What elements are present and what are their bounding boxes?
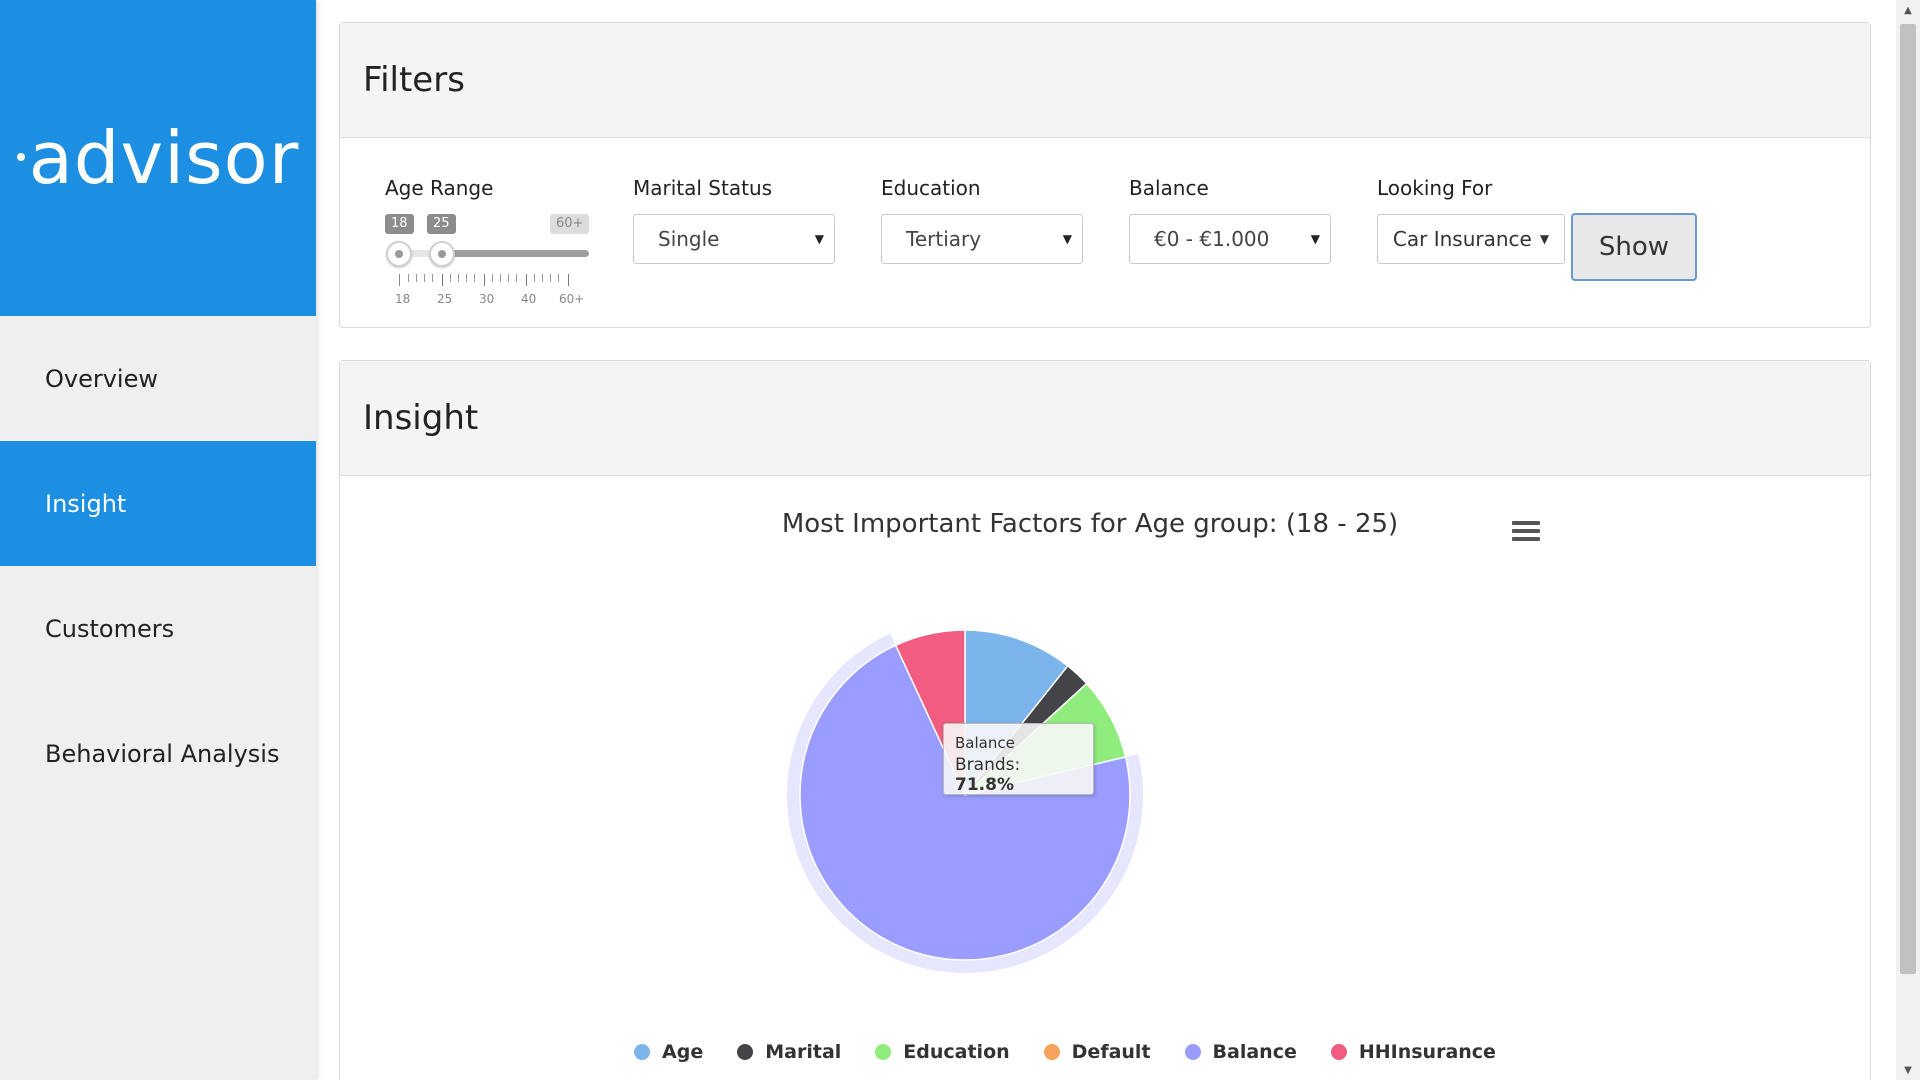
tick-label-25: 25 [437,292,453,306]
legend-item-balance[interactable]: Balance [1184,1041,1297,1063]
legend-dot-icon [1184,1044,1201,1060]
filters-body: Age Range 18 25 60+ 18 25 30 40 60+ Mari… [340,138,1870,328]
insight-panel: Insight Most Important Factors for Age g… [339,360,1871,1080]
legend-item-education[interactable]: Education [875,1041,1010,1063]
caret-down-icon: ▼ [1310,232,1320,246]
balance-select[interactable]: €0 - €1.000 ▼ [1129,214,1331,264]
tick-label-40: 40 [521,292,537,306]
slider-handle-max[interactable] [429,241,455,267]
caret-down-icon: ▼ [1539,232,1550,246]
looking-for-filter: Looking For Car Insurance ▼ [1377,176,1565,264]
sidebar-nav: Overview Insight Customers Behavioral An… [0,316,316,816]
legend-label: Balance [1212,1041,1297,1063]
legend-dot-icon [737,1044,754,1060]
sidebar-item-behavioral-analysis[interactable]: Behavioral Analysis [0,691,316,816]
scroll-down-icon[interactable]: ▼ [1896,1060,1920,1080]
education-select[interactable]: Tertiary ▼ [881,214,1083,264]
sidebar-item-customers[interactable]: Customers [0,566,316,691]
tooltip-value: 71.8% [955,775,1014,795]
balance-value: €0 - €1.000 [1154,227,1270,251]
chart-tooltip: Balance Brands: 71.8% [943,723,1094,795]
legend-item-marital[interactable]: Marital [737,1041,841,1063]
caret-down-icon: ▼ [1062,232,1072,246]
logo-dot-icon [16,153,25,162]
sidebar: advisor Overview Insight Customers Behav… [0,0,316,1080]
education-filter: Education Tertiary ▼ [881,176,1083,264]
scrollbar-thumb[interactable] [1900,24,1916,974]
slider-handle-min[interactable] [386,241,412,267]
pie-chart [787,629,1143,973]
age-range-label: Age Range [385,176,494,200]
legend-label: Marital [765,1041,842,1063]
balance-label: Balance [1129,176,1209,200]
tick-label-60plus: 60+ [559,292,585,306]
tick-label-18: 18 [395,292,411,306]
legend-item-default[interactable]: Default [1043,1041,1151,1063]
legend-dot-icon [875,1044,892,1060]
slider-ticks [399,274,579,286]
looking-for-value: Car Insurance [1392,227,1532,251]
legend-label: Age [662,1041,704,1063]
age-range-slider[interactable]: 18 25 60+ 18 25 30 40 60+ [385,214,595,314]
age-min-tag: 18 [385,214,414,234]
caret-down-icon: ▼ [814,232,824,246]
brand-logo[interactable]: advisor [0,0,316,316]
page-scrollbar[interactable]: ▲ ▼ [1896,0,1920,1080]
marital-status-value: Single [658,227,720,251]
looking-for-label: Looking For [1377,176,1493,200]
legend-dot-icon [634,1044,651,1060]
tick-label-30: 30 [479,292,495,306]
chart-legend: Age Marital Education Default Balance HHInsur… [340,1041,1870,1063]
legend-dot-icon [1043,1044,1060,1060]
filters-header: Filters [340,23,1870,138]
filters-title: Filters [363,60,465,100]
filters-panel: Filters Age Range 18 25 60+ 18 25 30 40 … [339,22,1871,328]
logo-text: advisor [28,116,300,200]
age-max-tag: 25 [427,214,456,234]
education-label: Education [881,176,981,200]
age-range-filter: Age Range 18 25 60+ 18 25 30 40 60+ [385,176,595,314]
legend-label: Default [1071,1041,1151,1063]
chart-container: Most Important Factors for Age group: (1… [340,361,1870,1080]
legend-label: Education [903,1041,1010,1063]
show-button[interactable]: Show [1571,213,1697,281]
legend-label: HHInsurance [1358,1041,1496,1063]
marital-status-label: Marital Status [633,176,773,200]
tooltip-series: Brands [955,755,1015,775]
looking-for-dropdown[interactable]: Car Insurance ▼ [1377,214,1565,264]
education-value: Tertiary [906,227,982,251]
age-end-tag: 60+ [550,214,590,234]
balance-filter: Balance €0 - €1.000 ▼ [1129,176,1331,264]
legend-item-hhinsurance[interactable]: HHInsurance [1330,1041,1496,1063]
tooltip-header: Balance [955,734,1015,752]
legend-item-age[interactable]: Age [634,1041,703,1063]
sidebar-item-insight[interactable]: Insight [0,441,316,566]
marital-status-select[interactable]: Single ▼ [633,214,835,264]
legend-dot-icon [1330,1044,1347,1060]
sidebar-item-overview[interactable]: Overview [0,316,316,441]
marital-status-filter: Marital Status Single ▼ [633,176,835,264]
scroll-up-icon[interactable]: ▲ [1896,0,1920,20]
